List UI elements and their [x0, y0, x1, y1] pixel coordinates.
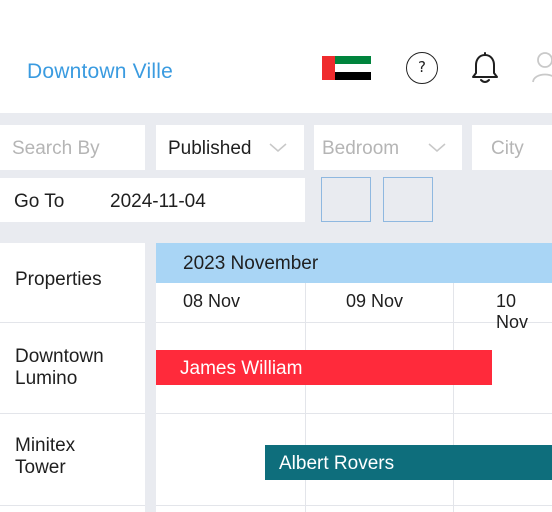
property-name-line2: Tower	[15, 457, 66, 478]
row-divider	[156, 505, 552, 506]
bell-icon[interactable]	[470, 52, 500, 86]
goto-date-field[interactable]: Go To 2024-11-04	[0, 178, 305, 222]
property-name-line1: Minitex	[15, 435, 76, 456]
goto-date-value[interactable]: 2024-11-04	[110, 191, 206, 213]
properties-header: Properties	[0, 243, 145, 323]
next-button[interactable]	[383, 177, 433, 222]
app-title[interactable]: Downtown Ville	[27, 60, 173, 84]
top-header: Downtown Ville ?	[0, 0, 552, 113]
bedroom-select[interactable]: Bedroom	[314, 125, 462, 170]
day-label: 09 Nov	[346, 291, 404, 311]
properties-header-label: Properties	[15, 269, 102, 290]
search-by-field[interactable]: Search By	[0, 125, 145, 170]
booking-bar[interactable]: Albert Rovers	[265, 445, 552, 480]
chevron-down-icon	[428, 143, 446, 152]
month-label: 2023 November	[183, 253, 319, 274]
row-divider	[156, 413, 552, 414]
booking-bar[interactable]: James William	[156, 350, 492, 385]
booking-guest-name: James William	[180, 358, 303, 379]
property-name-line2: Lumino	[15, 368, 78, 389]
prev-button[interactable]	[321, 177, 371, 222]
status-select[interactable]: Published	[156, 125, 304, 170]
month-header: 2023 November	[156, 243, 552, 283]
property-row[interactable]: Downtown Lumino	[0, 323, 145, 414]
property-row[interactable]: Minitex Tower	[0, 414, 145, 506]
city-placeholder: City	[491, 138, 524, 159]
booking-guest-name: Albert Rovers	[279, 453, 395, 474]
day-label: 08 Nov	[183, 291, 241, 311]
goto-label: Go To	[14, 191, 65, 212]
user-icon[interactable]	[530, 50, 552, 84]
help-icon[interactable]: ?	[406, 52, 438, 84]
status-value: Published	[168, 138, 252, 159]
calendar-grid: 2023 November 08 Nov 09 Nov 10 Nov James…	[156, 243, 552, 512]
chevron-down-icon	[269, 143, 287, 152]
property-name-line1: Downtown	[15, 346, 104, 367]
city-select[interactable]: City	[472, 125, 552, 170]
bedroom-placeholder: Bedroom	[322, 138, 400, 159]
uae-flag-icon[interactable]	[322, 56, 371, 80]
search-by-placeholder: Search By	[12, 138, 100, 159]
day-label: 10 Nov	[496, 291, 529, 332]
row-divider	[156, 322, 552, 323]
properties-column: Properties Downtown Lumino Minitex Tower	[0, 243, 145, 512]
